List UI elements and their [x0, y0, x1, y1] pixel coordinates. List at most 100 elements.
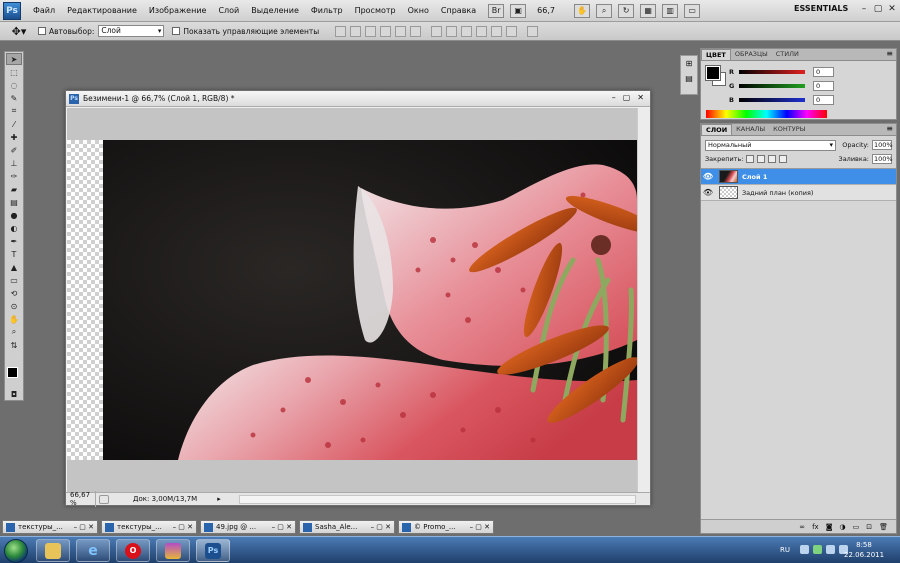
mini-window-controls[interactable]: – ▢ ✕: [173, 523, 196, 531]
zoom-tool-icon[interactable]: ⌕: [596, 3, 613, 18]
path-selection-tool-icon[interactable]: ▲: [6, 261, 22, 273]
align-left-icon[interactable]: [380, 25, 392, 37]
clone-stamp-tool-icon[interactable]: ⊥: [6, 157, 22, 169]
distribute-hcenter-icon[interactable]: [491, 25, 503, 37]
show-controls-checkbox[interactable]: [172, 27, 181, 35]
minimized-doc-5[interactable]: © Promo_... – ▢ ✕: [398, 520, 494, 534]
document-title-bar[interactable]: Ps Безимени-1 @ 66,7% (Слой 1, RGB/8) * …: [66, 91, 650, 107]
red-value-field[interactable]: 0: [813, 66, 834, 77]
document-zoom-field[interactable]: 66,67 %: [66, 491, 96, 507]
menu-layer[interactable]: Слой: [212, 6, 245, 15]
layers-panel-menu-icon[interactable]: ≡: [886, 124, 893, 133]
tray-arrow-icon[interactable]: [800, 545, 809, 554]
arrange-documents-icon[interactable]: ▥: [662, 3, 679, 18]
lasso-tool-icon[interactable]: ◌: [6, 79, 22, 91]
align-hcenter-icon[interactable]: [395, 25, 407, 37]
blue-value-field[interactable]: 0: [813, 94, 834, 105]
menu-file[interactable]: Файл: [27, 6, 61, 15]
auto-align-icon[interactable]: [527, 25, 539, 37]
pen-tool-icon[interactable]: ✒: [6, 235, 22, 247]
taskbar-explorer[interactable]: [36, 539, 70, 562]
workspace-switcher[interactable]: ESSENTIALS: [794, 4, 848, 13]
menu-image[interactable]: Изображение: [143, 6, 213, 15]
gradient-tool-icon[interactable]: ▤: [6, 196, 22, 208]
lock-pixels-icon[interactable]: [757, 155, 766, 163]
grid-view-icon[interactable]: ▦: [640, 3, 657, 18]
hand-tool-icon[interactable]: ✋: [6, 313, 22, 325]
align-bottom-icon[interactable]: [365, 25, 377, 37]
new-group-icon[interactable]: ▭: [853, 523, 860, 531]
lock-position-icon[interactable]: [768, 155, 777, 163]
language-indicator[interactable]: RU: [780, 546, 790, 554]
menu-filter[interactable]: Фильтр: [305, 6, 349, 15]
default-colors-icon[interactable]: ⇅: [6, 339, 22, 351]
menu-edit[interactable]: Редактирование: [61, 6, 143, 15]
delete-layer-icon[interactable]: 🗑: [879, 523, 888, 531]
align-top-icon[interactable]: [335, 25, 347, 37]
doc-maximize-icon[interactable]: ▢: [623, 93, 631, 102]
zoom-tool-icon[interactable]: ⌕: [6, 326, 22, 338]
healing-brush-tool-icon[interactable]: ✚: [6, 131, 22, 143]
close-icon[interactable]: ✕: [886, 3, 898, 15]
visibility-eye-icon[interactable]: 👁: [701, 172, 715, 181]
align-right-icon[interactable]: [410, 25, 422, 37]
link-layers-icon[interactable]: ∞: [799, 523, 805, 531]
menu-help[interactable]: Справка: [435, 6, 482, 15]
tab-channels[interactable]: КАНАЛЫ: [732, 124, 769, 135]
tray-network-icon[interactable]: [813, 545, 822, 554]
taskbar-opera[interactable]: O: [116, 539, 150, 562]
photoshop-logo[interactable]: Ps: [3, 1, 21, 20]
dodge-tool-icon[interactable]: ◐: [6, 222, 22, 234]
red-slider[interactable]: [739, 69, 805, 74]
eyedropper-tool-icon[interactable]: ⁄: [6, 118, 22, 130]
screen-mode-icon[interactable]: ▭: [684, 3, 701, 18]
maximize-icon[interactable]: ▢: [872, 3, 884, 15]
3d-orbit-tool-icon[interactable]: ⊙: [6, 300, 22, 312]
tab-swatches[interactable]: ОБРАЗЦЫ: [731, 49, 772, 60]
menu-window[interactable]: Окно: [402, 6, 435, 15]
crop-tool-icon[interactable]: ⌗: [6, 105, 22, 117]
move-tool-preset-icon[interactable]: ✥▾: [8, 24, 30, 39]
distribute-top-icon[interactable]: [431, 25, 443, 37]
new-layer-icon[interactable]: ⊡: [866, 523, 872, 531]
tray-volume-icon[interactable]: [826, 545, 835, 554]
mini-window-controls[interactable]: – ▢ ✕: [470, 523, 493, 531]
brush-tool-icon[interactable]: ✐: [6, 144, 22, 156]
autoselect-checkbox[interactable]: [38, 27, 46, 35]
green-value-field[interactable]: 0: [813, 80, 834, 91]
tab-color[interactable]: ЦВЕТ: [701, 49, 731, 60]
move-tool-icon[interactable]: ➤: [6, 53, 22, 65]
taskbar-clock[interactable]: 8:58 22.06.2011: [844, 540, 884, 560]
foreground-color-swatch[interactable]: [7, 367, 18, 378]
status-info-icon[interactable]: [99, 494, 109, 504]
lock-all-icon[interactable]: [779, 155, 788, 163]
horizontal-scrollbar[interactable]: [238, 494, 636, 504]
bridge-icon[interactable]: Br: [488, 3, 505, 18]
history-brush-tool-icon[interactable]: ✑: [6, 170, 22, 182]
visibility-eye-icon[interactable]: 👁: [701, 188, 715, 197]
canvas-area[interactable]: [67, 108, 637, 493]
fill-field[interactable]: 100%: [872, 154, 893, 164]
distribute-vcenter-icon[interactable]: [446, 25, 458, 37]
doc-close-icon[interactable]: ✕: [637, 93, 644, 102]
3d-rotate-tool-icon[interactable]: ⟲: [6, 287, 22, 299]
tab-layers[interactable]: СЛОИ: [701, 124, 733, 135]
minimized-doc-3[interactable]: 49.jpg @ ... – ▢ ✕: [200, 520, 296, 534]
blend-mode-dropdown[interactable]: Нормальный: [705, 139, 836, 151]
quick-mask-icon[interactable]: ◘: [6, 388, 22, 400]
eraser-tool-icon[interactable]: ▰: [6, 183, 22, 195]
green-slider[interactable]: [739, 83, 805, 88]
taskbar-winrar[interactable]: [156, 539, 190, 562]
rotate-view-icon[interactable]: ↻: [618, 3, 635, 18]
distribute-bottom-icon[interactable]: [461, 25, 473, 37]
minimized-doc-1[interactable]: текстуры_... – ▢ ✕: [2, 520, 98, 534]
actions-panel-icon[interactable]: ▤: [683, 74, 695, 86]
hand-tool-icon[interactable]: ✋: [574, 3, 591, 18]
layer-row-layer1[interactable]: 👁 Слой 1: [701, 169, 896, 185]
quick-select-tool-icon[interactable]: ✎: [6, 92, 22, 104]
tab-styles[interactable]: СТИЛИ: [772, 49, 803, 60]
doc-minimize-icon[interactable]: –: [612, 93, 616, 102]
blur-tool-icon[interactable]: ●: [6, 209, 22, 221]
opacity-field[interactable]: 100%: [872, 140, 893, 150]
status-menu-arrow-icon[interactable]: ▸: [217, 495, 221, 503]
